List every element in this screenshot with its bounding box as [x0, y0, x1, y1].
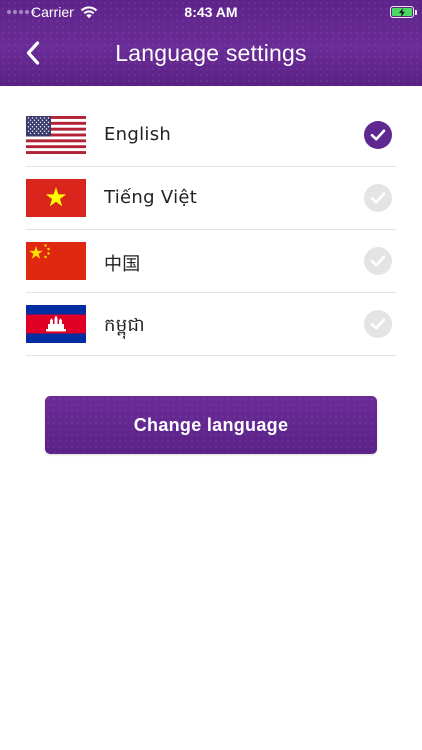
- us-flag-icon: [26, 116, 86, 154]
- language-list: English Tiếng Việt 中国 កម្ពុជា: [26, 104, 396, 356]
- battery-charging-icon: [390, 6, 417, 18]
- language-label: Tiếng Việt: [104, 187, 198, 208]
- language-label: 中国: [104, 254, 141, 275]
- page-title: Language settings: [115, 40, 307, 66]
- china-flag-icon: [26, 242, 86, 280]
- status-time: 8:43 AM: [184, 4, 238, 20]
- back-button[interactable]: [18, 38, 48, 68]
- chevron-left-icon: [26, 41, 40, 65]
- language-option-chinese[interactable]: 中国: [26, 230, 396, 293]
- language-option-vietnamese[interactable]: Tiếng Việt: [26, 167, 396, 230]
- language-option-khmer[interactable]: កម្ពុជា: [26, 293, 396, 356]
- check-selected-icon: [364, 121, 392, 149]
- check-unselected-icon: [364, 184, 392, 212]
- change-language-label: Change language: [133, 414, 289, 435]
- vietnam-flag-icon: [26, 179, 86, 217]
- check-unselected-icon: [364, 247, 392, 275]
- app-header: Carrier 8:43 AM Language settings: [0, 0, 422, 86]
- status-bar: Carrier 8:43 AM: [0, 0, 422, 24]
- cambodia-flag-icon: [26, 305, 86, 343]
- language-label: English: [104, 124, 172, 145]
- language-label: កម្ពុជា: [104, 315, 145, 336]
- language-option-english[interactable]: English: [26, 104, 396, 167]
- change-language-button[interactable]: Change language: [45, 396, 377, 454]
- check-unselected-icon: [364, 310, 392, 338]
